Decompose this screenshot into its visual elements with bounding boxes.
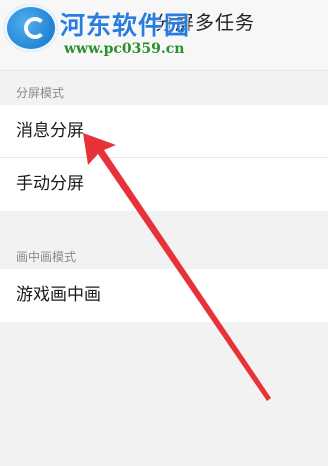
screen: 分屏多任务 河东软件园 www.pc0359.cn 分屏模式 消息分屏 手动分屏… [0, 0, 328, 466]
arrow-shape [83, 133, 271, 401]
red-arrow-icon [83, 133, 271, 401]
